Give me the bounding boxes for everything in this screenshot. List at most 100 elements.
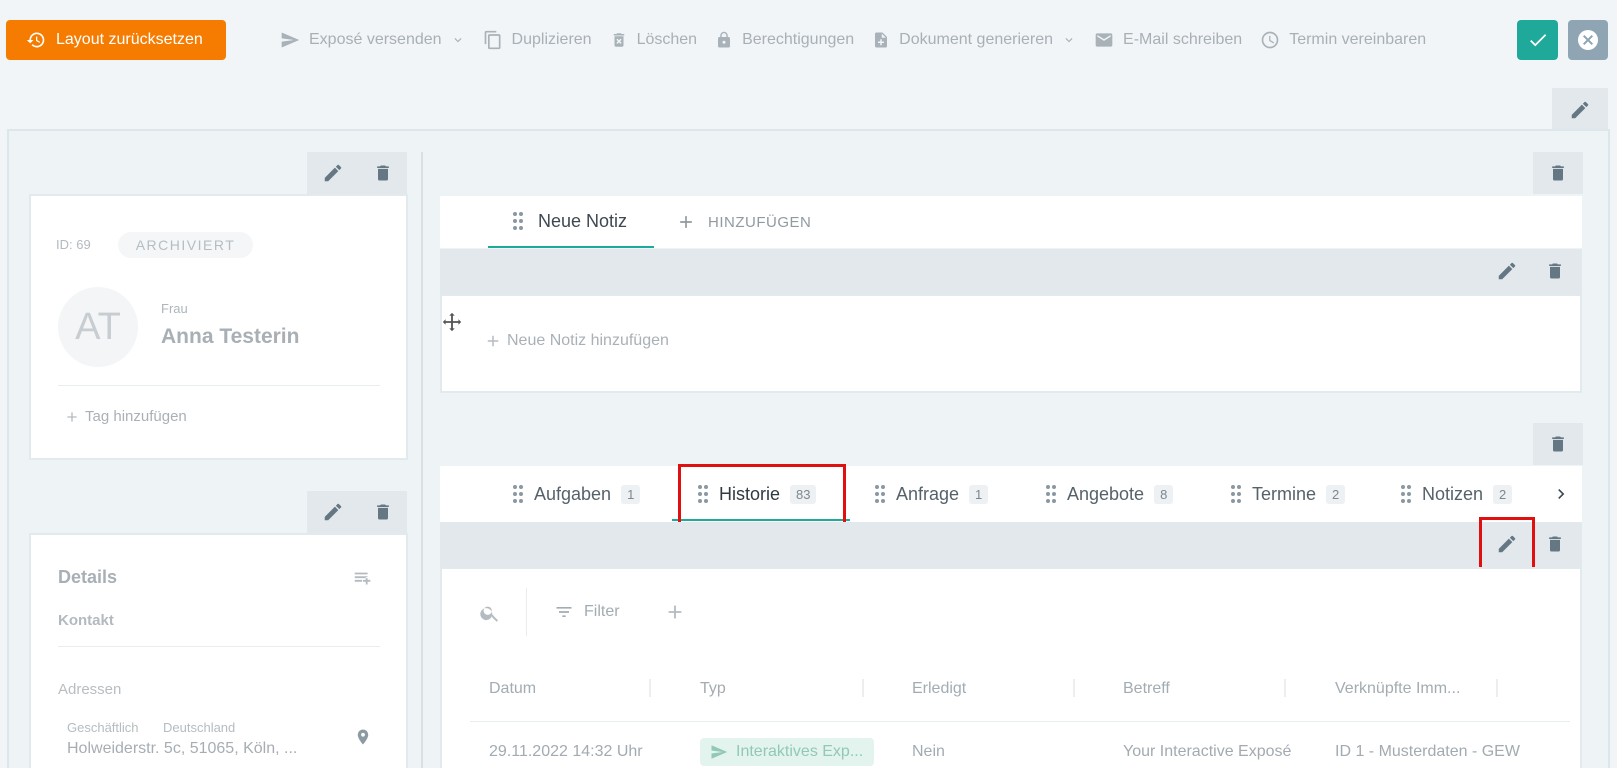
profile-widget-controls	[307, 152, 407, 194]
duplicate-button[interactable]: Duplizieren	[483, 30, 592, 50]
permissions-button[interactable]: Berechtigungen	[715, 31, 854, 49]
trash-icon[interactable]	[1545, 534, 1565, 554]
trash-icon[interactable]	[373, 502, 393, 522]
tab-anfrage[interactable]: Anfrage 1	[874, 466, 989, 522]
tab-label: Termine	[1252, 483, 1317, 504]
generate-document-label: Dokument generieren	[899, 31, 1054, 48]
duplicate-label: Duplizieren	[511, 31, 592, 48]
cell-erledigt: Nein	[912, 743, 945, 760]
contact-id: ID: 69	[56, 237, 91, 252]
notes-widget-delete[interactable]	[1533, 152, 1583, 194]
trash-icon[interactable]	[1545, 261, 1565, 281]
plus-icon[interactable]	[664, 601, 686, 623]
column-header-immobilien[interactable]: Verknüpfte Imm...	[1335, 680, 1460, 698]
add-tab-button[interactable]: HINZUFÜGEN	[676, 196, 811, 248]
contact-name: Anna Testerin	[161, 325, 300, 348]
send-icon	[280, 30, 300, 50]
filter-button[interactable]: Filter	[554, 602, 620, 622]
tab-angebote[interactable]: Angebote 8	[1045, 466, 1174, 522]
write-email-label: E-Mail schreiben	[1123, 31, 1243, 48]
cell-betreff[interactable]: Your Interactive Exposé	[1123, 743, 1291, 761]
pencil-icon[interactable]	[1496, 260, 1518, 282]
filter-label: Filter	[584, 603, 620, 620]
tab-count-badge: 1	[969, 484, 989, 504]
add-tag-link[interactable]: Tag hinzufügen	[64, 408, 187, 425]
clock-icon	[1260, 30, 1280, 50]
column-resizer[interactable]	[1496, 679, 1498, 697]
details-section-contact[interactable]: Kontakt	[58, 612, 114, 629]
divider	[526, 588, 527, 636]
delete-label: Löschen	[636, 31, 698, 48]
trash-icon	[610, 31, 628, 49]
reset-layout-button[interactable]: Layout zurücksetzen	[6, 20, 226, 60]
drag-handle-icon[interactable]	[1230, 484, 1242, 504]
column-header-datum[interactable]: Datum	[489, 680, 536, 698]
permissions-label: Berechtigungen	[742, 31, 855, 48]
drag-handle-icon[interactable]	[1400, 484, 1412, 504]
column-header-betreff[interactable]: Betreff	[1123, 680, 1170, 698]
plus-icon	[484, 332, 502, 350]
history-icon	[26, 30, 46, 50]
drag-handle-icon[interactable]	[512, 484, 524, 504]
tab-label: Aufgaben	[534, 483, 612, 504]
chevron-right-icon[interactable]	[1551, 484, 1571, 504]
tab-aufgaben[interactable]: Aufgaben 1	[512, 466, 641, 522]
cell-typ: Interaktives Exp...	[736, 743, 864, 760]
pencil-icon[interactable]	[322, 501, 344, 523]
action-toolbar: Exposé versenden Duplizieren Löschen Ber…	[280, 26, 1444, 54]
drag-handle-icon[interactable]	[512, 211, 524, 231]
search-icon[interactable]	[479, 602, 501, 624]
trash-icon[interactable]	[373, 163, 393, 183]
confirm-button[interactable]	[1517, 20, 1558, 60]
highlight-box	[678, 464, 846, 528]
add-tab-label: HINZUFÜGEN	[708, 213, 812, 231]
column-resizer[interactable]	[1284, 679, 1286, 697]
tab-count-badge: 2	[1326, 484, 1346, 504]
filter-icon	[554, 602, 574, 622]
delete-button[interactable]: Löschen	[610, 31, 698, 49]
divider	[58, 385, 380, 386]
history-toolbar	[440, 522, 1582, 567]
drag-handle-icon[interactable]	[1045, 484, 1057, 504]
generate-document-button[interactable]: Dokument generieren	[872, 31, 1076, 49]
column-header-typ[interactable]: Typ	[700, 680, 726, 698]
tab-label: Angebote	[1067, 483, 1145, 504]
send-expose-button[interactable]: Exposé versenden	[280, 30, 465, 50]
plus-icon	[64, 409, 80, 425]
history-widget-delete[interactable]	[1533, 423, 1583, 465]
type-chip: Interaktives Exp...	[700, 738, 874, 766]
close-button[interactable]	[1568, 20, 1608, 60]
pencil-icon[interactable]	[322, 162, 344, 184]
location-pin-icon[interactable]	[354, 728, 372, 746]
trash-icon	[1548, 434, 1568, 454]
tab-label: Notizen	[1422, 483, 1484, 504]
close-circle-icon	[1576, 28, 1600, 52]
cell-immobilie[interactable]: ID 1 - Musterdaten - GEW	[1335, 743, 1520, 761]
add-note-link[interactable]: Neue Notiz hinzufügen	[484, 332, 669, 350]
reset-layout-label: Layout zurücksetzen	[56, 31, 203, 48]
salutation: Frau	[161, 301, 188, 316]
column-resizer[interactable]	[649, 679, 651, 697]
tab-label: Neue Notiz	[538, 210, 628, 231]
tab-neue-notiz[interactable]: Neue Notiz	[488, 196, 654, 248]
history-table-card	[440, 567, 1582, 768]
column-resizer[interactable]	[1073, 679, 1075, 697]
schedule-appointment-label: Termin vereinbaren	[1289, 31, 1427, 48]
tab-notizen[interactable]: Notizen 2	[1400, 466, 1513, 522]
column-header-erledigt[interactable]: Erledigt	[912, 680, 966, 698]
copy-icon	[483, 30, 503, 50]
drag-handle-icon[interactable]	[874, 484, 886, 504]
schedule-appointment-button[interactable]: Termin vereinbaren	[1260, 30, 1426, 50]
tab-count-badge: 2	[1493, 484, 1513, 504]
canvas-edit-button[interactable]	[1552, 88, 1608, 131]
add-field-icon[interactable]	[352, 568, 374, 590]
write-email-button[interactable]: E-Mail schreiben	[1094, 30, 1242, 50]
tab-termine[interactable]: Termine 2	[1230, 466, 1346, 522]
pencil-icon	[1569, 99, 1591, 121]
address-text: Holweiderstr. 5c, 51065, Köln, ...	[67, 740, 298, 757]
chevron-down-icon	[451, 33, 465, 47]
tab-count-badge: 1	[621, 484, 641, 504]
cell-datum: 29.11.2022 14:32 Uhr	[489, 743, 643, 760]
column-resizer[interactable]	[862, 679, 864, 697]
mail-icon	[1094, 30, 1114, 50]
